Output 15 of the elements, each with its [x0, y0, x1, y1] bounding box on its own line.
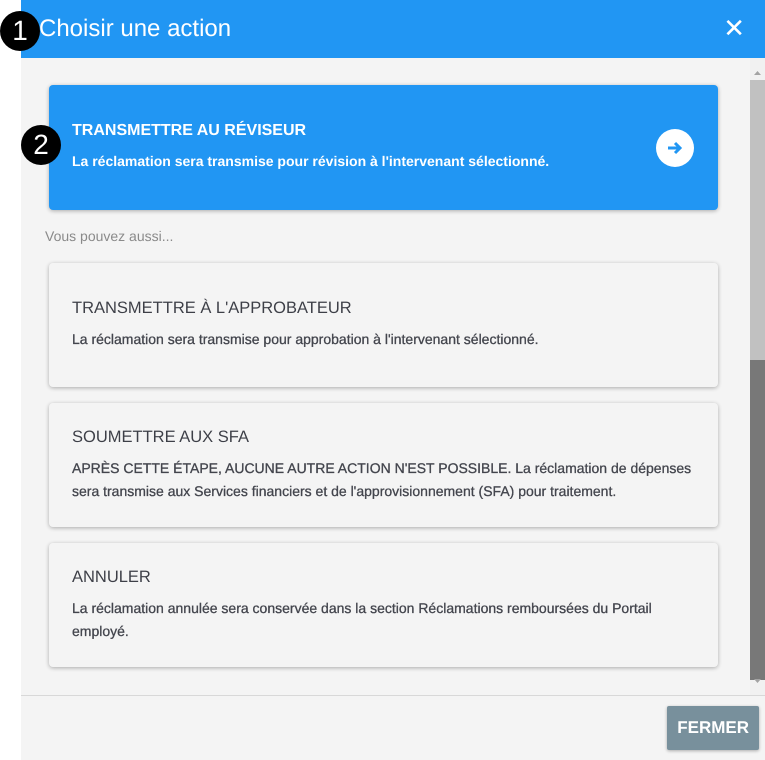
action-card[interactable]: SOUMETTRE AUX SFA APRÈS CETTE ÉTAPE, AUCUNE AUTRE ACTION N'EST POSSIBLE. La réclamation de dépenses sera transmise aux Services financiers et de l'approvisionnement (SFA) pour traitement.: [49, 403, 718, 527]
action-description: La réclamation sera transmise pour révision à l'intervenant sélectionné.: [72, 152, 550, 171]
action-card[interactable]: TRANSMETTRE À L'APPROBATEUR La réclamation sera transmise pour approbation à l'intervenant sélectionné.: [49, 263, 718, 387]
callout-marker: 1: [0, 11, 40, 51]
hint-text: Vous pouvez aussi...: [45, 228, 174, 244]
action-title: TRANSMETTRE AU RÉVISEUR: [72, 122, 308, 140]
action-description: La réclamation sera transmise pour approbation à l'intervenant sélectionné.: [72, 330, 540, 349]
dialog-title: Choisir une action: [39, 15, 232, 43]
action-description: La réclamation annulée sera conservée dans la section Réclamations remboursées du Portail employé.: [72, 598, 653, 641]
action-title: SOUMETTRE AUX SFA: [72, 428, 250, 446]
action-title: TRANSMETTRE À L'APPROBATEUR: [72, 299, 353, 318]
arrow-circle-icon[interactable]: [656, 128, 694, 166]
action-title: ANNULER: [72, 568, 152, 586]
action-description: APRÈS CETTE ÉTAPE, AUCUNE AUTRE ACTION N'EST POSSIBLE. La réclamation de dépenses sera transmise aux Services financiers et de l'approvisionnement (SFA) pour traitement.: [72, 458, 692, 501]
action-card[interactable]: ANNULER La réclamation annulée sera conservée dans la section Réclamations remboursées du Portail employé.: [49, 543, 718, 667]
